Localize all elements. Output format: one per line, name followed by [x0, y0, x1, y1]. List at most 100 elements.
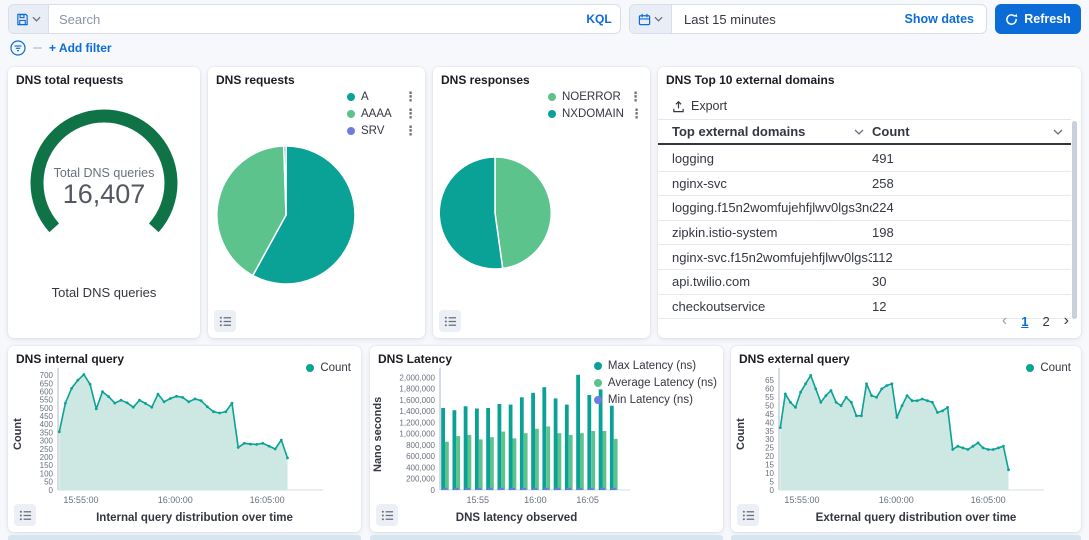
svg-text:40: 40: [765, 418, 774, 427]
search-input[interactable]: [49, 5, 578, 33]
legend-dot: [594, 379, 602, 387]
legend-item-menu-icon[interactable]: ⋮: [630, 109, 643, 119]
svg-text:700: 700: [40, 371, 54, 380]
refresh-label: Refresh: [1024, 12, 1071, 26]
svg-text:0: 0: [49, 486, 54, 495]
legend-item[interactable]: AAAA⋮: [347, 108, 417, 120]
list-icon: [381, 509, 394, 522]
legend-toggle-button[interactable]: [376, 504, 398, 526]
pie-legend: A⋮ AAAA⋮ SRV⋮: [347, 91, 417, 137]
pagination-next-icon[interactable]: ›: [1064, 312, 1069, 330]
svg-text:150: 150: [40, 461, 54, 470]
svg-text:1,800,000: 1,800,000: [399, 385, 435, 394]
table-row: nginx-svc258: [658, 172, 1071, 197]
svg-text:0: 0: [431, 486, 436, 495]
chart-legend: Count: [1026, 362, 1071, 374]
saved-query-menu-button[interactable]: [9, 5, 49, 33]
column-header-count[interactable]: Count: [872, 124, 1071, 139]
pie-slice-noerror[interactable]: [495, 157, 551, 269]
column-header-label: Top external domains: [672, 124, 805, 139]
panel-dns-total-requests: DNS total requests Total DNS queries 16,…: [8, 67, 200, 338]
filter-divider: [33, 47, 42, 49]
domain-cell: logging: [658, 151, 872, 166]
svg-text:60: 60: [765, 385, 774, 394]
svg-text:5: 5: [770, 477, 775, 486]
legend-dot: [306, 364, 314, 372]
pie-legend: NOERROR ⋮ NXDOMAIN ⋮: [548, 91, 642, 120]
gauge-center-label: Total DNS queries: [8, 166, 200, 180]
svg-text:400,000: 400,000: [406, 463, 435, 472]
internal-query-area-chart[interactable]: 0501001502002503003504004505005506006507…: [8, 362, 361, 514]
legend-item[interactable]: NOERROR ⋮: [548, 91, 642, 103]
panel-title: DNS Top 10 external domains: [666, 73, 835, 87]
legend-toggle-button[interactable]: [737, 504, 759, 526]
chevron-down-icon: [654, 16, 663, 22]
legend-item-menu-icon[interactable]: ⋮: [404, 109, 417, 119]
legend-label: NXDOMAIN: [562, 108, 624, 120]
svg-text:650: 650: [40, 379, 54, 388]
svg-text:1,200,000: 1,200,000: [399, 418, 435, 427]
legend-item[interactable]: Min Latency (ns): [594, 394, 717, 406]
svg-text:0: 0: [770, 486, 775, 495]
pie-slice-nxdomain[interactable]: [439, 157, 502, 269]
clipped-panel-top: [731, 535, 1081, 540]
domain-cell: nginx-svc.f15n2womfujehfjlwv0lgs3no...: [658, 250, 872, 265]
svg-text:15:55:00: 15:55:00: [63, 495, 98, 505]
legend-item[interactable]: Count: [306, 362, 351, 374]
legend-item-menu-icon[interactable]: ⋮: [404, 126, 417, 136]
query-language-selector[interactable]: KQL: [578, 5, 620, 33]
svg-text:15:55:00: 15:55:00: [784, 495, 819, 505]
export-button[interactable]: Export: [672, 99, 727, 113]
table-header-row: Top external domains Count: [658, 119, 1071, 145]
time-range-value[interactable]: Last 15 minutes: [672, 5, 905, 33]
external-query-area-chart[interactable]: 0510152025303540455055606515:55:0016:00:…: [731, 362, 1081, 514]
calendar-icon: [638, 13, 651, 26]
legend-item[interactable]: SRV⋮: [347, 125, 417, 137]
svg-text:20: 20: [765, 452, 774, 461]
chevron-down-icon[interactable]: [1053, 129, 1063, 135]
svg-text:600,000: 600,000: [406, 452, 435, 461]
legend-dot: [1026, 364, 1034, 372]
legend-toggle-button[interactable]: [14, 504, 36, 526]
table-row: logging491: [658, 147, 1071, 172]
refresh-button[interactable]: Refresh: [995, 4, 1081, 34]
legend-item-menu-icon[interactable]: ⋮: [629, 92, 642, 102]
legend-dot: [548, 110, 556, 118]
page-1-button[interactable]: 1: [1021, 314, 1028, 329]
svg-text:350: 350: [40, 428, 54, 437]
search-bar-group: KQL: [8, 4, 621, 34]
legend-item-menu-icon[interactable]: ⋮: [404, 92, 417, 102]
legend-label: NOERROR: [562, 91, 621, 103]
svg-text:16:05: 16:05: [576, 495, 599, 505]
page-2-button[interactable]: 2: [1042, 314, 1049, 329]
legend-toggle-button[interactable]: [214, 310, 236, 332]
pagination-prev-icon[interactable]: ‹: [1002, 312, 1007, 330]
count-cell: 112: [872, 250, 1071, 265]
legend-toggle-button[interactable]: [439, 310, 461, 332]
svg-text:15:55: 15:55: [467, 495, 490, 505]
legend-item[interactable]: NXDOMAIN ⋮: [548, 108, 642, 120]
svg-text:65: 65: [765, 376, 774, 385]
filter-icon[interactable]: [10, 40, 26, 56]
add-filter-link[interactable]: + Add filter: [49, 41, 112, 55]
query-bar: KQL Last 15 minutes Show dates Refresh: [8, 4, 1081, 34]
svg-text:35: 35: [765, 427, 774, 436]
list-icon: [444, 315, 457, 328]
legend-label: Min Latency (ns): [608, 394, 693, 406]
chart-bottom-title: Internal query distribution over time: [38, 512, 351, 524]
legend-item[interactable]: Average Latency (ns): [594, 377, 717, 389]
show-dates-link[interactable]: Show dates: [905, 5, 986, 33]
date-quick-menu-button[interactable]: [630, 5, 672, 33]
legend-item[interactable]: Max Latency (ns): [594, 360, 717, 372]
legend-item[interactable]: Count: [1026, 362, 1071, 374]
svg-text:550: 550: [40, 396, 54, 405]
svg-text:16:00:00: 16:00:00: [158, 495, 193, 505]
chevron-down-icon[interactable]: [854, 129, 864, 135]
gauge-bottom-label: Total DNS queries: [8, 285, 200, 300]
table-scrollbar[interactable]: [1072, 121, 1077, 319]
column-header-domains[interactable]: Top external domains: [658, 124, 872, 139]
count-cell: 224: [872, 200, 1071, 215]
legend-item[interactable]: A⋮: [347, 91, 417, 103]
svg-text:400: 400: [40, 420, 54, 429]
count-cell: 30: [872, 274, 1071, 289]
